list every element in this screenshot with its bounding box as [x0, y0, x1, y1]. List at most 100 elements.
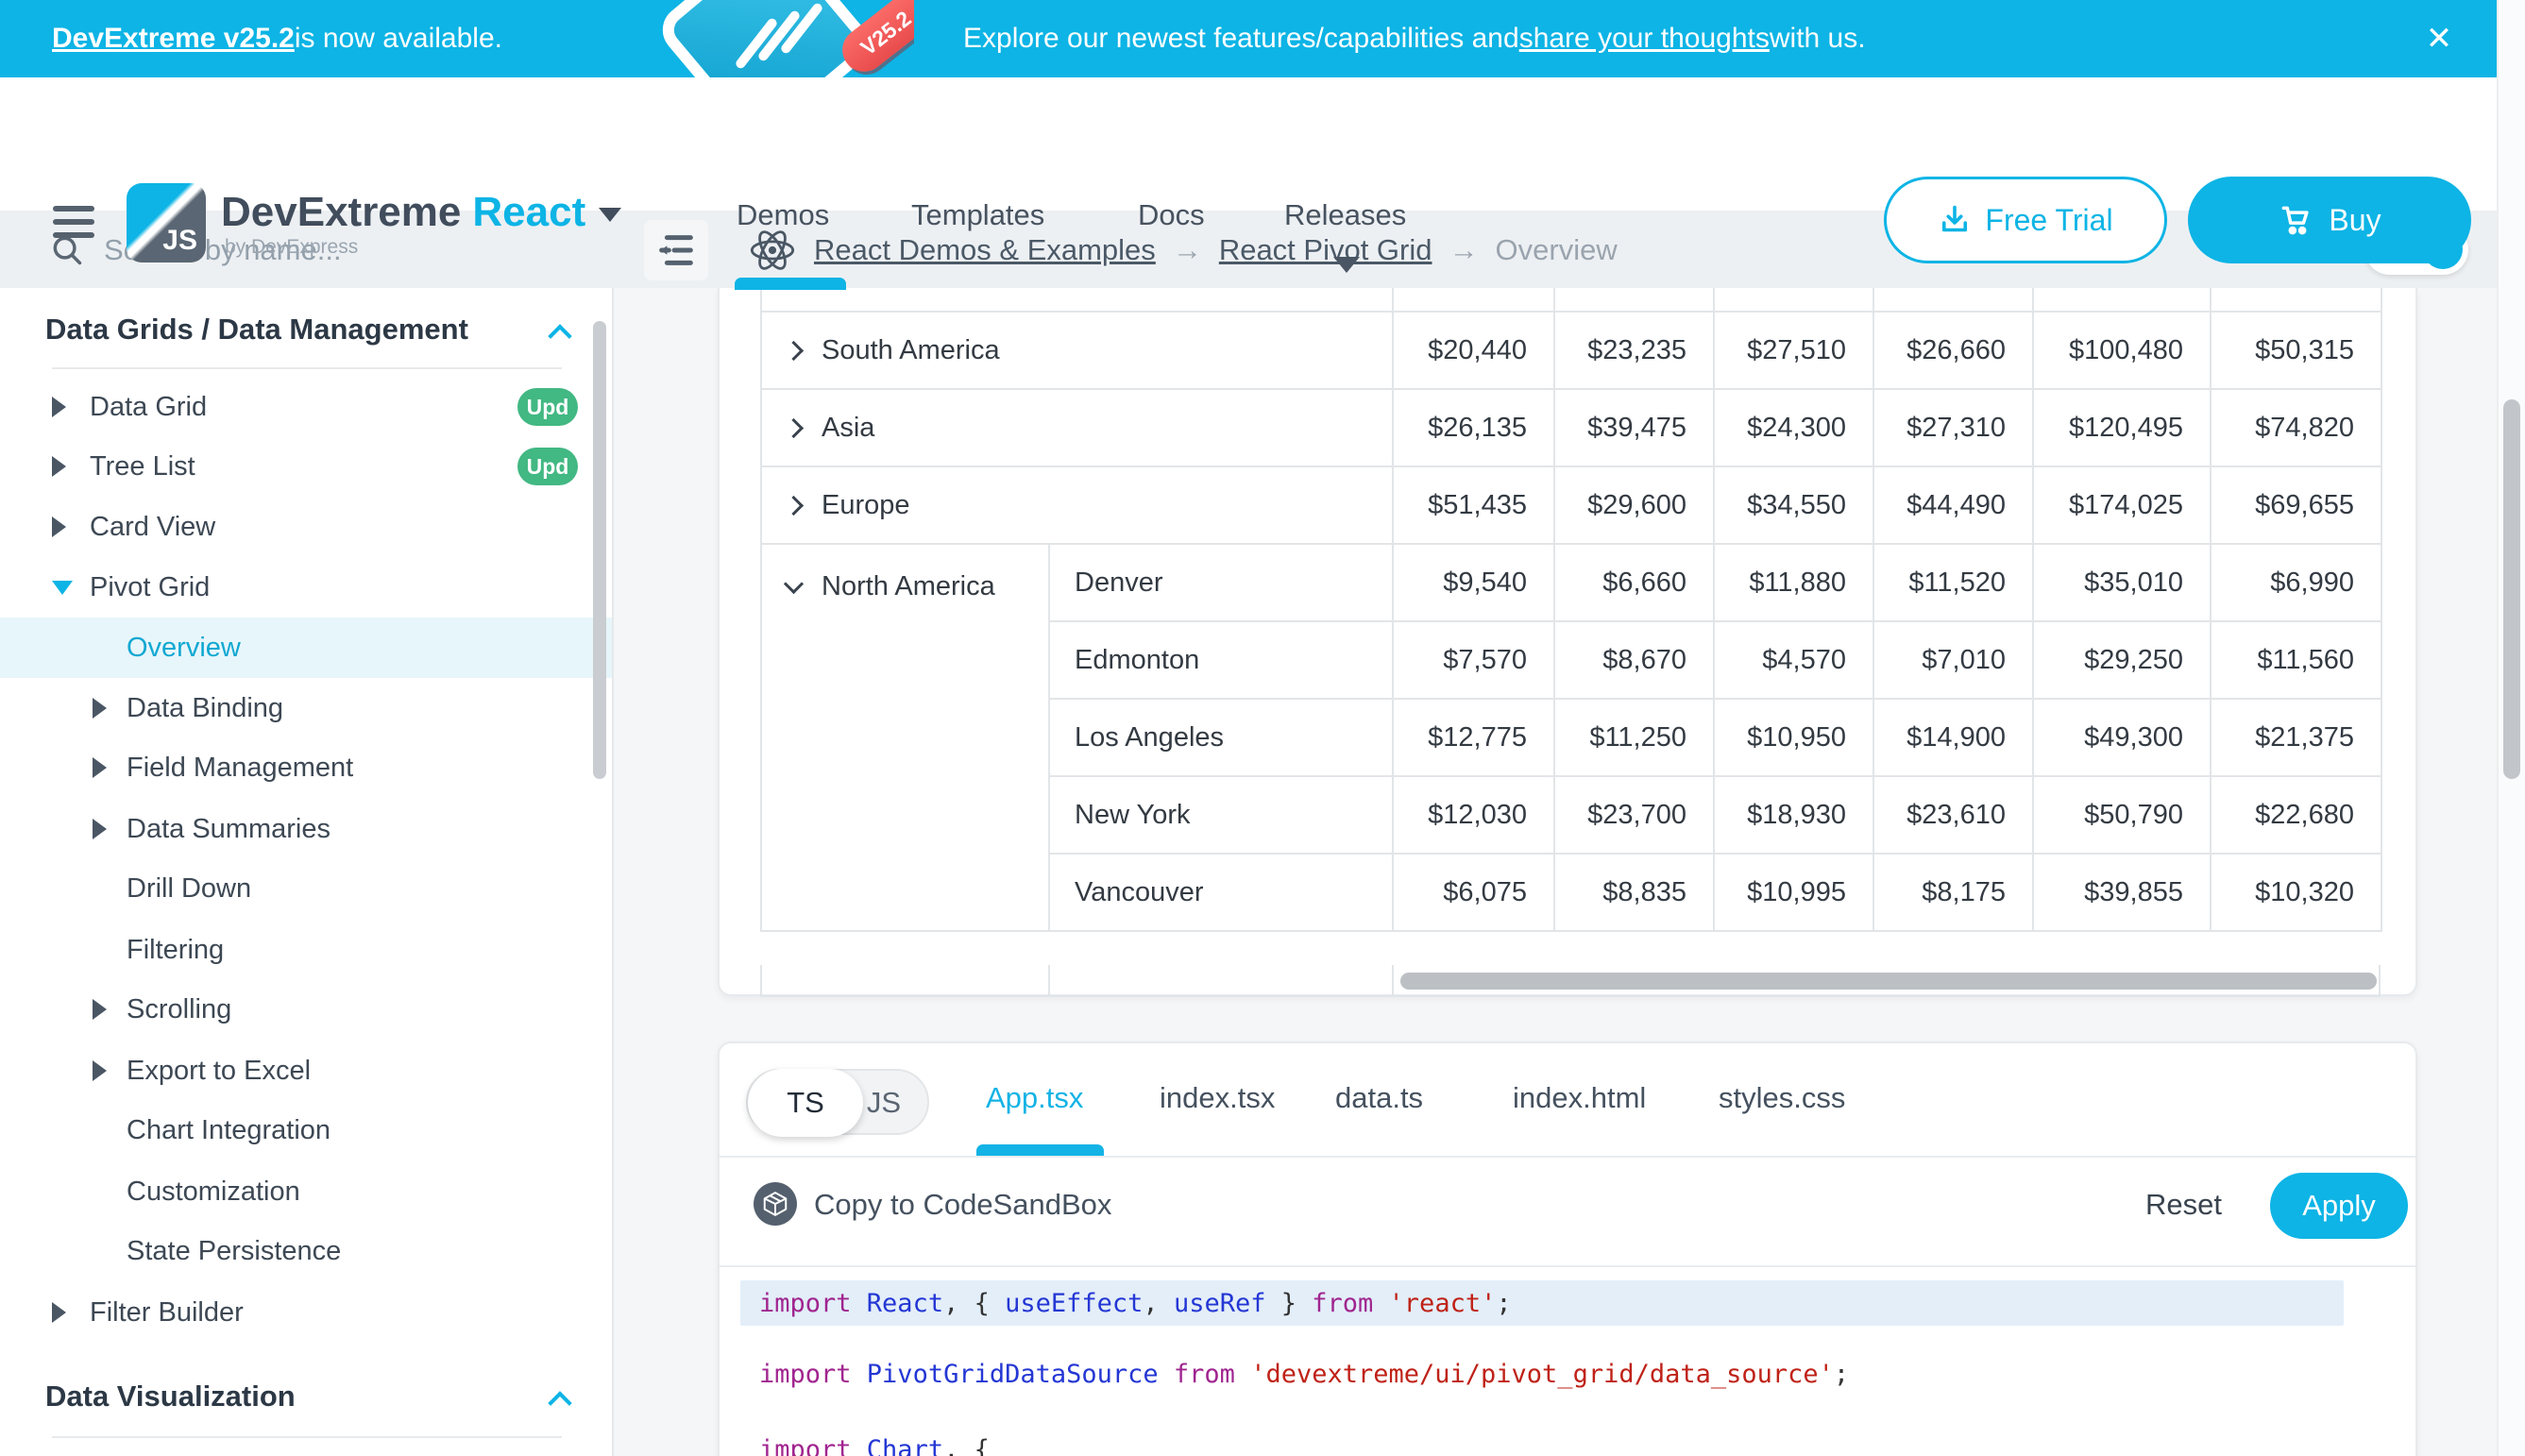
free-trial-button[interactable]: Free Trial — [1884, 177, 2167, 263]
sidebar-item-field-management[interactable]: Field Management — [0, 737, 612, 798]
code-editor[interactable]: import React, { useEffect, useRef } from… — [720, 1267, 2415, 1456]
sidebar-item-customization[interactable]: Customization — [0, 1161, 612, 1222]
nav-docs[interactable]: Docs — [1138, 198, 1205, 232]
tab-index-html[interactable]: index.html — [1513, 1081, 1646, 1115]
framework-caret-icon — [599, 208, 621, 222]
sidebar-item-overview[interactable]: Overview — [0, 618, 612, 678]
page-scrollbar-track[interactable] — [2497, 0, 2525, 1456]
sidebar-nav: Data Grids / Data Management Data GridUp… — [0, 288, 614, 1456]
code-lines: import React, { useEffect, useRef } from… — [720, 1280, 2415, 1456]
devextreme-js-logo[interactable]: JS — [127, 183, 206, 262]
collapse-sidebar-button[interactable] — [644, 220, 708, 280]
expand-right-icon — [93, 999, 107, 1020]
sidebar-item-card-view[interactable]: Card View — [0, 497, 612, 557]
code-line: import React, { useEffect, useRef } from… — [740, 1280, 2344, 1326]
horizontal-scrollbar[interactable] — [1400, 973, 2377, 990]
table-row-south-america[interactable]: South America $20,440$23,235$27,510$26,6… — [761, 312, 2381, 389]
code-line: import PivotGridDataSource from 'devextr… — [720, 1343, 2415, 1405]
pivot-bottom-strip — [760, 965, 2381, 997]
expand-right-icon — [52, 1302, 66, 1323]
section-collapse-icon[interactable] — [551, 320, 568, 345]
expand-right-icon — [93, 1060, 107, 1081]
banner-close-icon[interactable]: ✕ — [2414, 13, 2465, 64]
sidebar-item-data-grid[interactable]: Data GridUpd — [0, 377, 612, 437]
breadcrumb-separator: → — [1173, 233, 1202, 267]
ts-toggle-option[interactable]: TS — [748, 1069, 863, 1137]
promo-banner: DevExtreme v25.2 is now available. V25.2… — [0, 0, 2525, 77]
reset-button[interactable]: Reset — [2145, 1158, 2222, 1252]
pivot-grid-table: South America $20,440$23,235$27,510$26,6… — [760, 288, 2382, 932]
expand-right-icon — [93, 757, 107, 778]
page-scrollbar-thumb[interactable] — [2503, 399, 2520, 779]
upd-badge: Upd — [517, 388, 578, 426]
nav-templates[interactable]: Templates — [911, 198, 1044, 232]
banner-release-link[interactable]: DevExtreme v25.2 — [52, 23, 295, 55]
table-row-clipped — [761, 288, 2381, 312]
sidebar-item-pivot-grid[interactable]: Pivot Grid — [0, 557, 612, 618]
banner-release-rest: is now available. — [295, 23, 502, 55]
section-data-visualization[interactable]: Data Visualization — [0, 1380, 296, 1414]
tab-data-ts[interactable]: data.ts — [1335, 1081, 1423, 1115]
banner-release-text: DevExtreme v25.2 is now available. — [52, 0, 502, 77]
nav-releases[interactable]: Releases — [1284, 198, 1406, 232]
ts-js-toggle[interactable]: TS JS — [746, 1069, 929, 1135]
hamburger-menu-icon[interactable] — [53, 206, 94, 238]
sidebar-item-export-to-excel[interactable]: Export to Excel — [0, 1041, 612, 1101]
sidebar-item-chart-integration[interactable]: Chart Integration — [0, 1100, 612, 1160]
sidebar-item-filter-builder[interactable]: Filter Builder — [0, 1282, 612, 1343]
chevron-right-icon[interactable] — [784, 417, 804, 437]
buy-button[interactable]: Buy — [2188, 177, 2471, 263]
releases-caret-icon — [1333, 257, 1360, 273]
expand-right-icon — [93, 698, 107, 719]
sidebar-item-state-persistence[interactable]: State Persistence — [0, 1221, 612, 1281]
table-row-denver[interactable]: North America Denver $9,540$6,660$11,880… — [761, 544, 2381, 621]
brand-title[interactable]: DevExtremeReact — [221, 189, 621, 236]
breadcrumb-current: Overview — [1496, 233, 1618, 267]
active-nav-indicator — [735, 278, 846, 290]
sub-brand: by DevExpress — [225, 236, 358, 259]
section-data-grids[interactable]: Data Grids / Data Management — [0, 313, 468, 347]
collapse-panel-icon — [654, 229, 698, 272]
chevron-right-icon[interactable] — [784, 495, 804, 515]
active-tab-indicator — [976, 1144, 1104, 1156]
tab-app-tsx[interactable]: App.tsx — [986, 1081, 1083, 1115]
app-header: JS DevExtremeReact by DevExpress Demos T… — [0, 77, 2525, 212]
banner-message: Explore our newest features/capabilities… — [963, 0, 1866, 77]
tab-styles-css[interactable]: styles.css — [1719, 1081, 1845, 1115]
banner-logo-art: V25.2 — [602, 0, 914, 77]
js-toggle-option[interactable]: JS — [867, 1071, 901, 1135]
sidebar-item-scrolling[interactable]: Scrolling — [0, 979, 612, 1040]
codesandbox-icon[interactable] — [754, 1182, 797, 1226]
chevron-right-icon[interactable] — [784, 340, 804, 360]
sidebar-item-data-binding[interactable]: Data Binding — [0, 678, 612, 738]
breadcrumb-separator: → — [1449, 233, 1479, 267]
table-row-europe[interactable]: Europe $51,435$29,600$34,550$44,490$174,… — [761, 466, 2381, 544]
sidebar-item-drill-down[interactable]: Drill Down — [0, 858, 612, 919]
apply-button[interactable]: Apply — [2270, 1173, 2408, 1239]
upd-badge: Upd — [517, 448, 578, 485]
copy-to-codesandbox-button[interactable]: Copy to CodeSandBox — [814, 1158, 1111, 1252]
sidebar-item-data-summaries[interactable]: Data Summaries — [0, 799, 612, 859]
breadcrumb-demos-link[interactable]: React Demos & Examples — [814, 233, 1156, 267]
code-line: import Chart, { — [720, 1418, 2415, 1456]
sidebar-item-tree-list[interactable]: Tree ListUpd — [0, 436, 612, 497]
framework-label: React — [472, 189, 585, 235]
tab-index-tsx[interactable]: index.tsx — [1160, 1081, 1275, 1115]
sidebar-scrollbar[interactable] — [593, 321, 606, 779]
cart-icon — [2278, 202, 2313, 238]
chevron-down-icon[interactable] — [784, 574, 804, 594]
sidebar-item-filtering[interactable]: Filtering — [0, 920, 612, 980]
table-row-asia[interactable]: Asia $26,135$39,475$24,300$27,310$120,49… — [761, 389, 2381, 466]
code-viewer-card: TS JS App.tsx index.tsx data.ts index.ht… — [718, 1041, 2417, 1456]
share-thoughts-link[interactable]: share your thoughts — [1519, 23, 1770, 55]
pivot-grid-demo-card: South America $20,440$23,235$27,510$26,6… — [718, 288, 2417, 996]
expand-right-icon — [52, 397, 66, 417]
group-cell-north-america[interactable]: North America — [761, 544, 1049, 931]
expand-right-icon — [52, 456, 66, 477]
expand-right-icon — [93, 819, 107, 839]
nav-demos[interactable]: Demos — [737, 198, 829, 232]
breadcrumb-pivot-grid-link[interactable]: React Pivot Grid — [1219, 233, 1432, 267]
section-collapse-icon[interactable] — [551, 1387, 568, 1412]
react-icon — [748, 226, 797, 275]
expand-down-icon — [52, 581, 73, 595]
